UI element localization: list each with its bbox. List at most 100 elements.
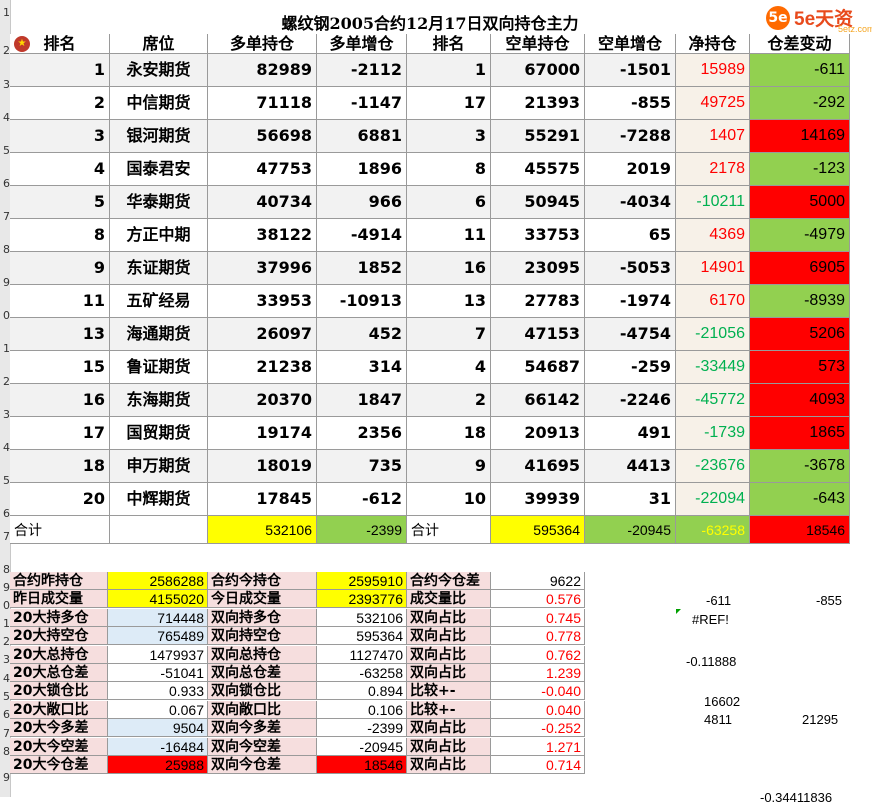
cell-short-chg[interactable]: -1501 — [585, 54, 676, 87]
cell-broker[interactable]: 中信期货 — [110, 87, 208, 120]
cell-short[interactable]: 20913 — [491, 417, 585, 450]
cell-rank[interactable]: 17 — [10, 417, 110, 450]
cell-long-chg[interactable]: 1896 — [317, 153, 407, 186]
cell-long[interactable]: 47753 — [208, 153, 317, 186]
stat-value-bidirectional[interactable]: -20945 — [317, 737, 407, 756]
stat-value-ratio[interactable]: 0.040 — [491, 700, 585, 719]
column-header-diff[interactable]: 仓差变动 — [750, 34, 850, 54]
stat-label-ratio[interactable]: 双向占比 — [407, 719, 491, 738]
cell-long[interactable]: 19174 — [208, 417, 317, 450]
cell-short-chg[interactable]: -7288 — [585, 120, 676, 153]
cell-diff[interactable]: 573 — [750, 351, 850, 384]
cell-short[interactable]: 27783 — [491, 285, 585, 318]
cell-long-chg[interactable]: 1852 — [317, 252, 407, 285]
column-header-short-change[interactable]: 空单增仓 — [585, 34, 676, 54]
cell-srank[interactable]: 16 — [407, 252, 491, 285]
stat-label-bidirectional[interactable]: 双向总持仓 — [208, 645, 317, 664]
cell-broker[interactable]: 鲁证期货 — [110, 351, 208, 384]
cell-long[interactable]: 26097 — [208, 318, 317, 351]
cell-short[interactable]: 39939 — [491, 483, 585, 516]
stat-value-ratio[interactable]: 0.576 — [491, 590, 585, 609]
total-long-change[interactable]: -2399 — [317, 516, 407, 544]
cell-long[interactable]: 40734 — [208, 186, 317, 219]
stat-label-bidirectional[interactable]: 双向今仓差 — [208, 756, 317, 774]
cell-net[interactable]: 1407 — [676, 120, 750, 153]
cell-srank[interactable]: 17 — [407, 87, 491, 120]
cell-diff[interactable]: 5000 — [750, 186, 850, 219]
stat-label-bidirectional[interactable]: 双向锁仓比 — [208, 682, 317, 701]
cell-short[interactable]: 66142 — [491, 384, 585, 417]
cell-diff[interactable]: 4093 — [750, 384, 850, 417]
extra-value-c[interactable]: -0.11888 — [686, 654, 736, 669]
stat-value-bidirectional[interactable]: 2393776 — [317, 590, 407, 609]
extra-value-g[interactable]: -0.34411836 — [760, 790, 832, 805]
cell-short[interactable]: 54687 — [491, 351, 585, 384]
cell-short[interactable]: 45575 — [491, 153, 585, 186]
cell-net[interactable]: 2178 — [676, 153, 750, 186]
stat-label-bidirectional[interactable]: 双向持多仓 — [208, 608, 317, 627]
stat-value-bidirectional[interactable]: 595364 — [317, 627, 407, 646]
total-label[interactable]: 合计 — [10, 516, 110, 544]
total-short[interactable]: 595364 — [491, 516, 585, 544]
cell-short-chg[interactable]: 2019 — [585, 153, 676, 186]
cell-broker[interactable]: 方正中期 — [110, 219, 208, 252]
column-header-short[interactable]: 空单持仓 — [491, 34, 585, 54]
extra-value-e[interactable]: 4811 — [704, 712, 732, 727]
cell-srank[interactable]: 18 — [407, 417, 491, 450]
stat-label-bidirectional[interactable]: 双向今空差 — [208, 737, 317, 756]
stat-label-ratio[interactable]: 双向占比 — [407, 664, 491, 682]
stat-value-bidirectional[interactable]: 2595910 — [317, 572, 407, 590]
stat-label-top20[interactable]: 20大持空仓 — [10, 627, 108, 646]
cell-broker[interactable]: 申万期货 — [110, 450, 208, 483]
cell-srank[interactable]: 10 — [407, 483, 491, 516]
cell-short-chg[interactable]: -4754 — [585, 318, 676, 351]
cell-broker[interactable]: 海通期货 — [110, 318, 208, 351]
cell-srank[interactable]: 7 — [407, 318, 491, 351]
cell-long-chg[interactable]: -612 — [317, 483, 407, 516]
cell-long-chg[interactable]: 966 — [317, 186, 407, 219]
stat-value-top20[interactable]: 1479937 — [108, 645, 208, 664]
cell-short[interactable]: 47153 — [491, 318, 585, 351]
stat-label-bidirectional[interactable]: 双向敞口比 — [208, 700, 317, 719]
cell-short-chg[interactable]: -855 — [585, 87, 676, 120]
cell-long[interactable]: 20370 — [208, 384, 317, 417]
cell-short[interactable]: 67000 — [491, 54, 585, 87]
stat-value-bidirectional[interactable]: 1127470 — [317, 645, 407, 664]
stat-label-top20[interactable]: 合约昨持仓 — [10, 572, 108, 590]
cell-rank[interactable]: 15 — [10, 351, 110, 384]
stat-label-bidirectional[interactable]: 今日成交量 — [208, 590, 317, 609]
stat-value-ratio[interactable]: 0.745 — [491, 608, 585, 627]
stat-label-top20[interactable]: 20大敞口比 — [10, 700, 108, 719]
cell-srank[interactable]: 3 — [407, 120, 491, 153]
cell-long-chg[interactable]: -10913 — [317, 285, 407, 318]
stat-value-bidirectional[interactable]: 18546 — [317, 756, 407, 774]
stat-value-ratio[interactable]: -0.252 — [491, 719, 585, 738]
cell-rank[interactable]: 20 — [10, 483, 110, 516]
stat-value-top20[interactable]: 0.933 — [108, 682, 208, 701]
ref-error-cell[interactable]: #REF! — [692, 612, 729, 627]
extra-value-a[interactable]: -611 — [706, 593, 731, 608]
cell-srank[interactable]: 1 — [407, 54, 491, 87]
stat-value-top20[interactable]: -51041 — [108, 664, 208, 682]
cell-net[interactable]: -1739 — [676, 417, 750, 450]
cell-net[interactable]: -45772 — [676, 384, 750, 417]
cell-srank[interactable]: 6 — [407, 186, 491, 219]
cell-long-chg[interactable]: -4914 — [317, 219, 407, 252]
total-diff[interactable]: 18546 — [750, 516, 850, 544]
stat-value-bidirectional[interactable]: 0.894 — [317, 682, 407, 701]
cell-long-chg[interactable]: 735 — [317, 450, 407, 483]
cell-diff[interactable]: -123 — [750, 153, 850, 186]
column-header-long[interactable]: 多单持仓 — [208, 34, 317, 54]
cell-long-chg[interactable]: 6881 — [317, 120, 407, 153]
cell-net[interactable]: -21056 — [676, 318, 750, 351]
cell-rank[interactable]: 18 — [10, 450, 110, 483]
cell-long[interactable]: 82989 — [208, 54, 317, 87]
cell-rank[interactable]: 5 — [10, 186, 110, 219]
stat-value-top20[interactable]: 2586288 — [108, 572, 208, 590]
stat-label-bidirectional[interactable]: 合约今持仓 — [208, 572, 317, 590]
stat-value-ratio[interactable]: 0.714 — [491, 756, 585, 774]
cell-short-chg[interactable]: -5053 — [585, 252, 676, 285]
column-header-short-rank[interactable]: 排名 — [407, 34, 491, 54]
cell-broker[interactable]: 华泰期货 — [110, 186, 208, 219]
cell-short-chg[interactable]: 4413 — [585, 450, 676, 483]
